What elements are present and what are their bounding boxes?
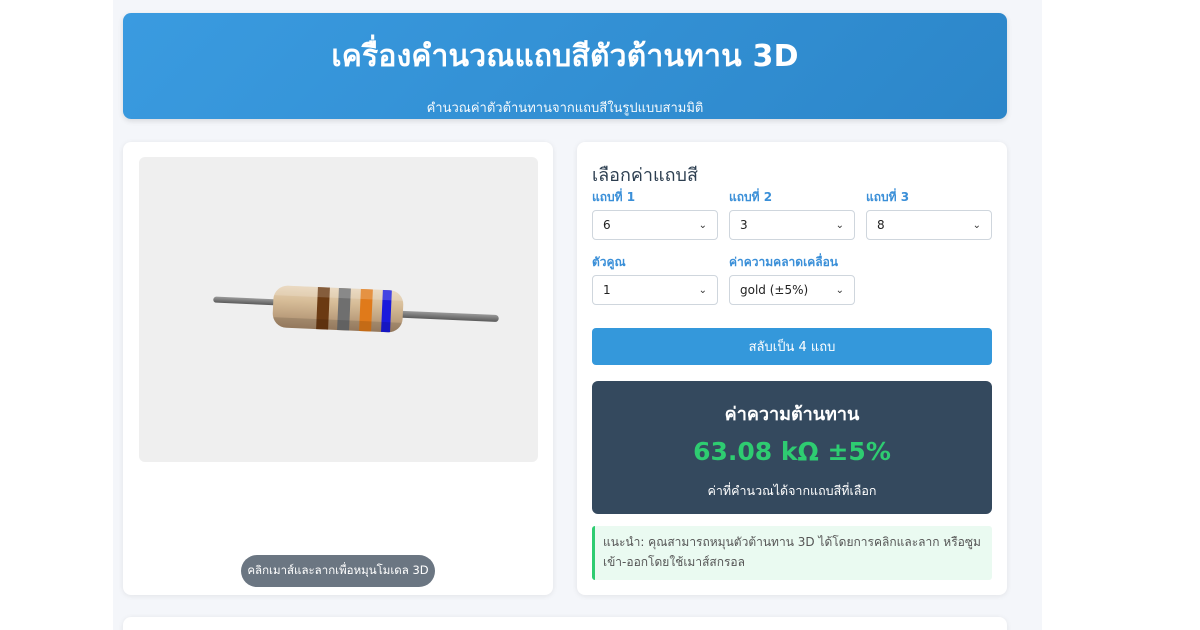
chevron-down-icon: ⌄ [835, 219, 844, 231]
tolerance-label: ค่าความคลาดเคลื่อน [729, 255, 838, 269]
left-lead [213, 296, 278, 306]
toggle-band-mode-button[interactable]: สลับเป็น 4 แถบ [592, 328, 992, 365]
result-note: ค่าที่คำนวณได้จากแถบสีที่เลือก [707, 483, 877, 498]
chevron-down-icon: ⌄ [972, 219, 981, 231]
header-banner: เครื่องคำนวณแถบสีตัวต้านทาน 3D คำนวณค่าต… [123, 13, 1007, 119]
resistor-model [213, 285, 499, 333]
band3-label: แถบที่ 3 [866, 190, 910, 204]
result-title: ค่าความต้านทาน [724, 404, 860, 425]
tolerance-select[interactable]: gold (±5%) ⌄ [729, 275, 855, 305]
controls-card: เลือกค่าแถบสี แถบที่ 1 6 ⌄ แถบที่ 2 3 ⌄ … [577, 142, 1007, 595]
multiplier-select[interactable]: 1 ⌄ [592, 275, 718, 305]
multiplier-value: 1 [603, 283, 611, 297]
chevron-down-icon: ⌄ [698, 219, 707, 231]
rotate-hint: คลิกเมาส์และลากเพื่อหมุนโมเดล 3D [241, 555, 435, 587]
band1-label: แถบที่ 1 [592, 190, 636, 204]
page-title: เครื่องคำนวณแถบสีตัวต้านทาน 3D [331, 39, 799, 74]
result-panel: ค่าความต้านทาน 63.08 kΩ ±5% ค่าที่คำนวณไ… [592, 381, 992, 514]
controls-heading: เลือกค่าแถบสี [592, 165, 698, 186]
bottom-card [123, 617, 1007, 630]
multiplier-label: ตัวคูณ [592, 255, 626, 269]
viewer-card: คลิกเมาส์และลากเพื่อหมุนโมเดล 3D [123, 142, 553, 595]
result-value: 63.08 kΩ ±5% [693, 437, 891, 466]
band3-value: 8 [877, 218, 885, 232]
tolerance-value: gold (±5%) [740, 283, 809, 297]
chevron-down-icon: ⌄ [698, 284, 707, 296]
resistor-3d-viewer[interactable] [139, 157, 538, 462]
chevron-down-icon: ⌄ [835, 284, 844, 296]
right-lead [398, 310, 499, 322]
page-subtitle: คำนวณค่าตัวต้านทานจากแถบสีในรูปแบบสามมิต… [426, 101, 704, 116]
tip-box: แนะนำ: คุณสามารถหมุนตัวต้านทาน 3D ได้โดย… [592, 526, 992, 580]
band3-select[interactable]: 8 ⌄ [866, 210, 992, 240]
band1-value: 6 [603, 218, 611, 232]
band2-value: 3 [740, 218, 748, 232]
band1-select[interactable]: 6 ⌄ [592, 210, 718, 240]
band2-select[interactable]: 3 ⌄ [729, 210, 855, 240]
band2-label: แถบที่ 2 [729, 190, 773, 204]
